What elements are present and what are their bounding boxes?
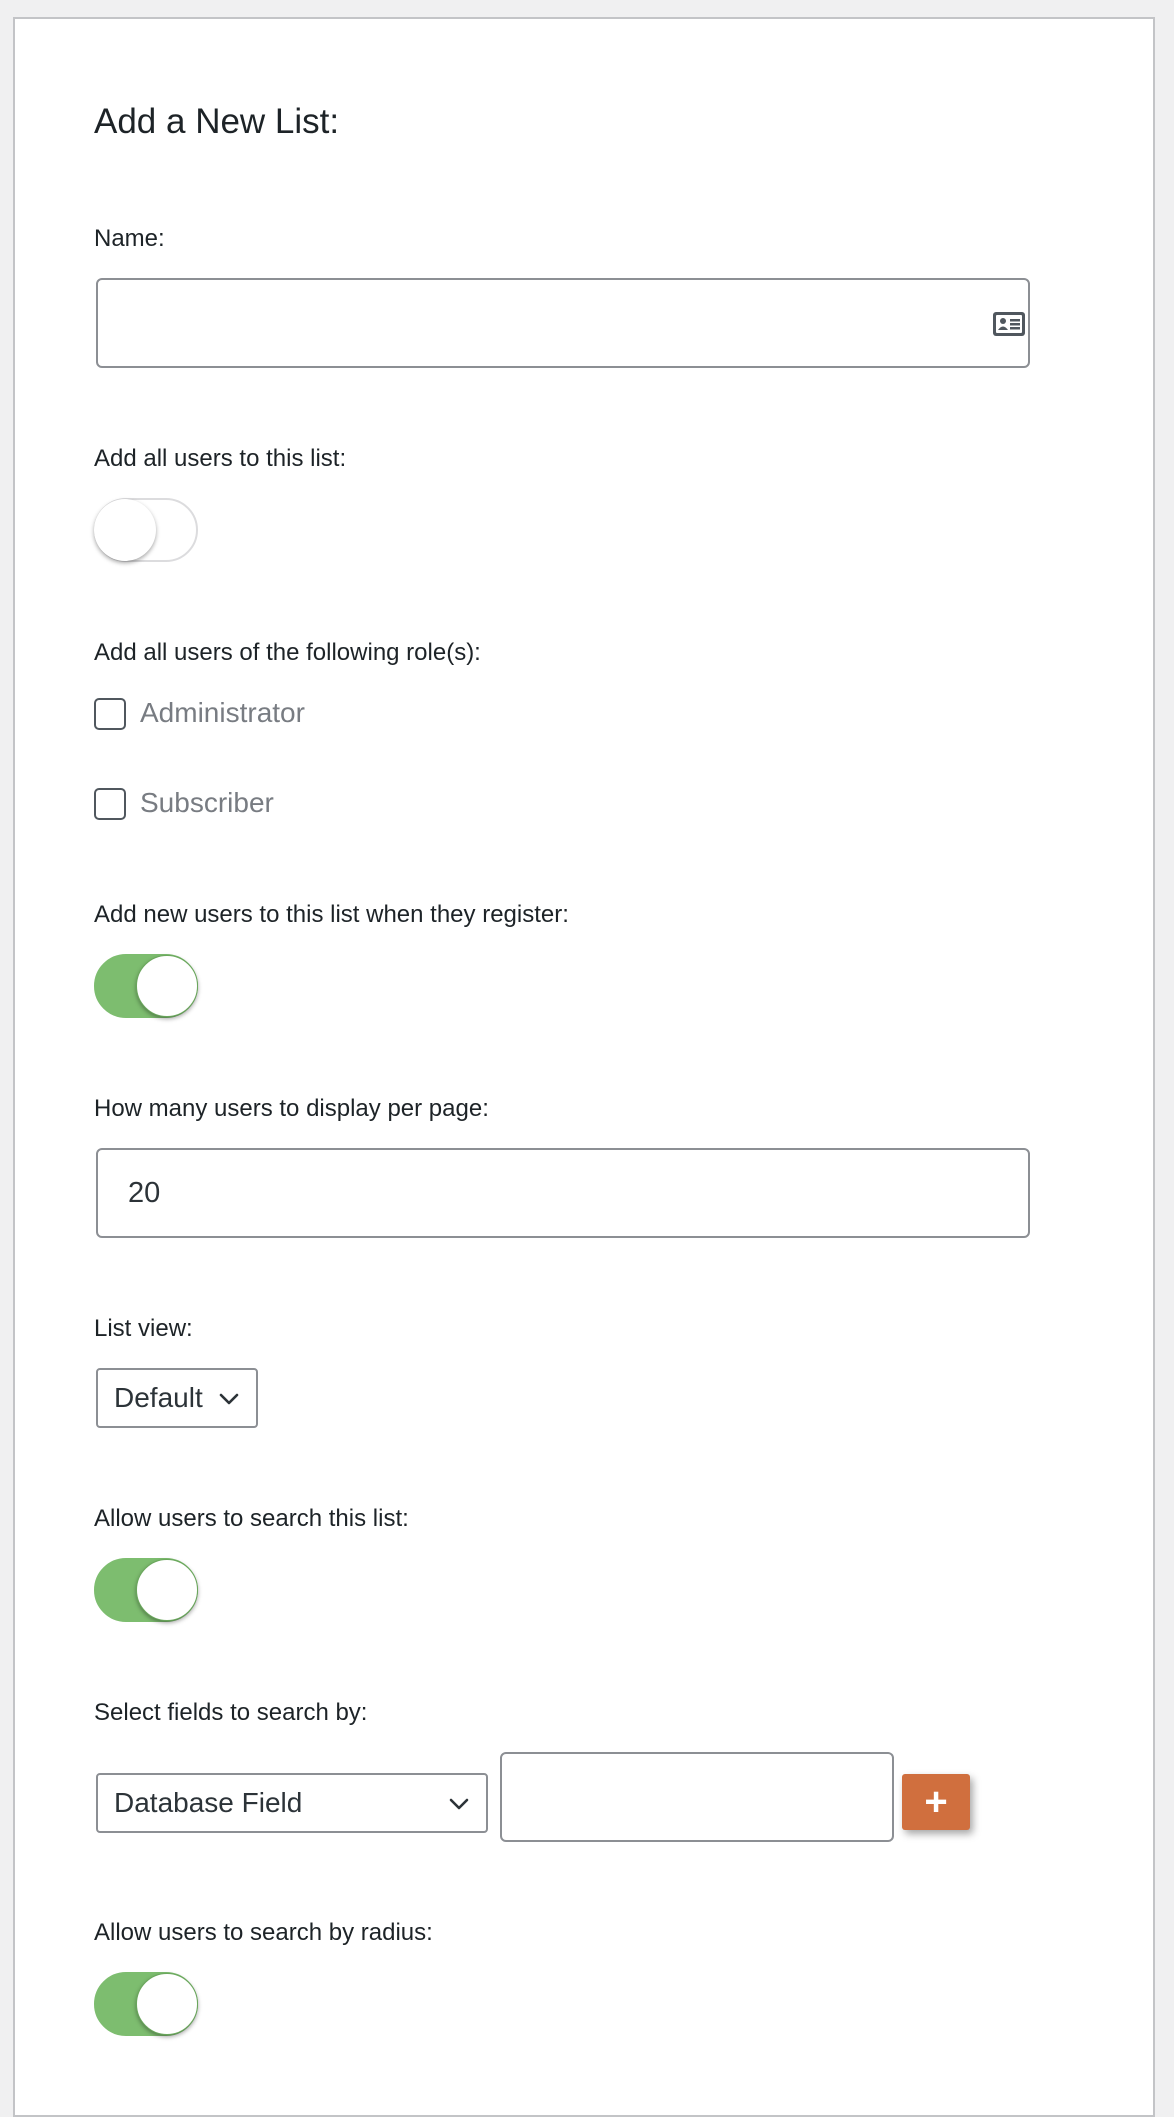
contact-card-icon [993,312,1025,336]
toggle-knob [94,499,156,561]
add-search-field-button[interactable]: + [902,1774,970,1830]
search-radius-toggle[interactable] [94,1972,198,2036]
toggle-knob [136,955,198,1017]
add-all-users-label: Add all users to this list: [94,445,347,472]
name-input[interactable] [96,278,1030,368]
toggle-knob [136,1559,198,1621]
list-view-selected: Default [114,1382,203,1413]
administrator-checkbox[interactable] [94,698,126,730]
toggle-knob [136,1973,198,2035]
search-radius-label: Allow users to search by radius: [94,1919,433,1946]
add-new-users-label: Add new users to this list when they reg… [94,901,569,928]
allow-search-label: Allow users to search this list: [94,1505,409,1532]
allow-search-toggle[interactable] [94,1558,198,1622]
list-view-label: List view: [94,1315,193,1342]
subscriber-checkbox-label[interactable]: Subscriber [140,786,274,820]
search-field-selected: Database Field [114,1787,303,1818]
subscriber-checkbox[interactable] [94,788,126,820]
list-view-select[interactable]: Default [96,1368,258,1428]
chevron-down-icon [219,1393,239,1405]
page-title: Add a New List: [94,102,340,141]
roles-label: Add all users of the following role(s): [94,639,481,666]
chevron-down-icon [449,1798,469,1810]
add-all-users-toggle[interactable] [94,498,198,562]
per-page-input[interactable] [96,1148,1030,1238]
per-page-label: How many users to display per page: [94,1095,489,1122]
administrator-checkbox-label[interactable]: Administrator [140,696,305,730]
search-fields-label: Select fields to search by: [94,1699,368,1726]
search-field-select[interactable]: Database Field [96,1773,488,1833]
name-label: Name: [94,225,165,252]
search-field-value-input[interactable] [500,1752,894,1842]
add-new-users-toggle[interactable] [94,954,198,1018]
